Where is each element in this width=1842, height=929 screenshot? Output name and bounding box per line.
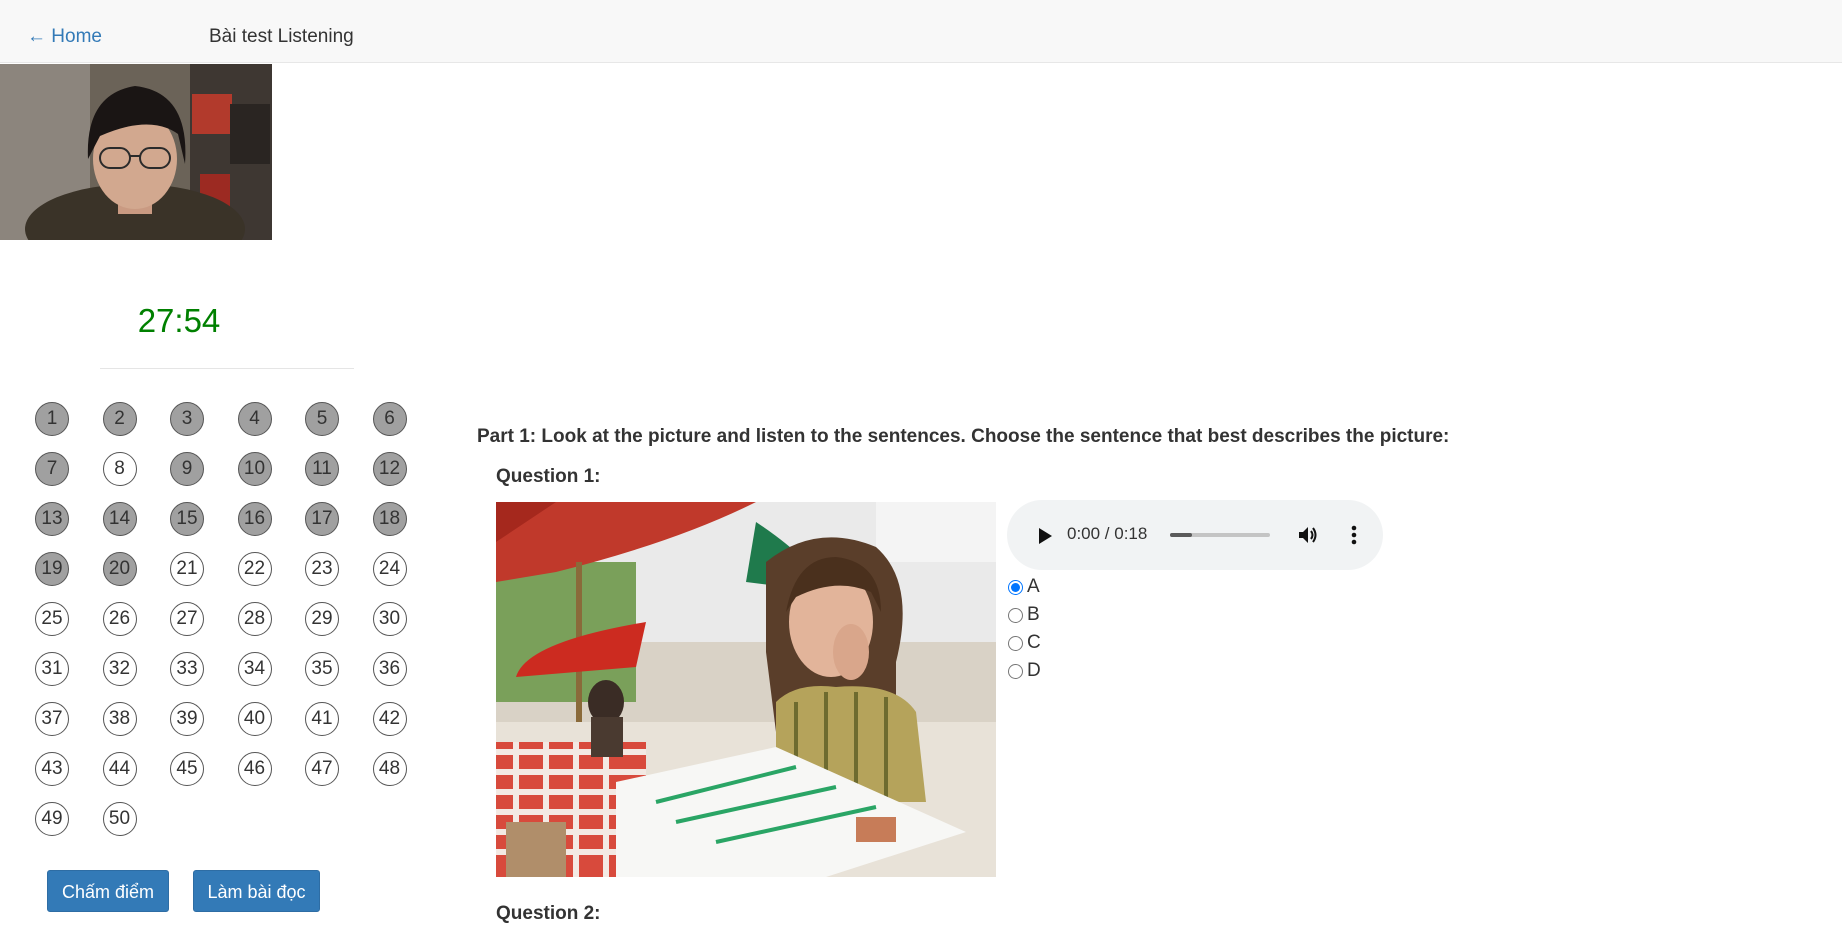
question-2-label: Question 2:: [496, 903, 601, 924]
question-nav-button[interactable]: 25: [35, 602, 69, 636]
question-nav-button[interactable]: 4: [237, 402, 272, 436]
reading-test-button[interactable]: Làm bài đọc: [193, 870, 320, 912]
question-nav-button[interactable]: 35: [305, 652, 339, 686]
question-nav-button[interactable]: 28: [237, 602, 272, 636]
question-nav-button[interactable]: 26: [102, 602, 137, 636]
question-nav-button[interactable]: 47: [305, 752, 339, 786]
question-nav-button[interactable]: 21: [170, 552, 204, 586]
part-1-instructions: Part 1: Look at the picture and listen t…: [477, 426, 1450, 447]
question-nav-button[interactable]: 23: [305, 552, 339, 586]
answer-option[interactable]: B: [1008, 601, 1040, 629]
question-nav-button[interactable]: 30: [372, 602, 407, 636]
play-icon[interactable]: [1037, 527, 1053, 545]
question-nav-button[interactable]: 5: [305, 402, 339, 436]
answer-radio[interactable]: [1008, 607, 1023, 623]
question-nav-button[interactable]: 9: [170, 452, 204, 486]
question-nav-button[interactable]: 17: [305, 502, 339, 536]
question-nav-button[interactable]: 39: [170, 702, 204, 736]
question-nav-button[interactable]: 10: [237, 452, 272, 486]
question-nav-button[interactable]: 48: [372, 752, 407, 786]
question-nav-button[interactable]: 20: [102, 552, 137, 586]
question-nav-button[interactable]: 50: [102, 802, 137, 836]
question-nav-button[interactable]: 6: [372, 402, 407, 436]
question-1-label: Question 1:: [496, 466, 601, 487]
question-nav-button[interactable]: 12: [372, 452, 407, 486]
grade-button[interactable]: Chấm điểm: [47, 870, 169, 912]
question-nav-button[interactable]: 37: [35, 702, 69, 736]
navbar: ← Home Bài test Listening: [0, 0, 1842, 63]
answer-option[interactable]: C: [1008, 629, 1041, 657]
question-nav-button[interactable]: 16: [237, 502, 272, 536]
question-nav-button[interactable]: 41: [305, 702, 339, 736]
question-nav-button[interactable]: 22: [237, 552, 272, 586]
question-nav-button[interactable]: 40: [237, 702, 272, 736]
page-title: Bài test Listening: [209, 26, 354, 47]
question-nav-button[interactable]: 36: [372, 652, 407, 686]
question-nav-button[interactable]: 7: [35, 452, 69, 486]
question-nav-button[interactable]: 32: [102, 652, 137, 686]
question-nav-button[interactable]: 1: [35, 402, 69, 436]
volume-icon[interactable]: [1297, 524, 1319, 546]
question-nav-button[interactable]: 34: [237, 652, 272, 686]
question-nav-button[interactable]: 49: [35, 802, 69, 836]
cafe-photo: [496, 502, 996, 877]
audio-time: 0:00 / 0:18: [1067, 524, 1148, 543]
webcam-image: [0, 64, 272, 240]
question-nav-button[interactable]: 45: [170, 752, 204, 786]
question-nav-button[interactable]: 19: [35, 552, 69, 586]
question-nav-button[interactable]: 2: [102, 402, 137, 436]
answer-option-label: D: [1027, 660, 1041, 681]
more-vert-icon[interactable]: [1350, 524, 1358, 546]
answer-option-label: B: [1027, 604, 1040, 625]
answer-radio[interactable]: [1008, 635, 1023, 651]
question-nav-button[interactable]: 33: [170, 652, 204, 686]
answer-option[interactable]: D: [1008, 657, 1041, 685]
answer-option[interactable]: A: [1008, 573, 1040, 601]
question-nav-button[interactable]: 44: [102, 752, 137, 786]
question-1-picture: [496, 502, 996, 877]
question-nav-button[interactable]: 14: [102, 502, 137, 536]
question-nav-button[interactable]: 46: [237, 752, 272, 786]
divider: [100, 368, 354, 369]
question-nav-button[interactable]: 18: [372, 502, 407, 536]
question-nav-button[interactable]: 8: [102, 452, 137, 486]
question-nav-button[interactable]: 43: [35, 752, 69, 786]
answer-radio[interactable]: [1008, 579, 1023, 595]
question-nav-button[interactable]: 27: [170, 602, 204, 636]
webcam-preview: [0, 64, 272, 240]
question-nav-button[interactable]: 3: [170, 402, 204, 436]
question-nav-button[interactable]: 38: [102, 702, 137, 736]
question-nav-button[interactable]: 29: [305, 602, 339, 636]
answer-option-label: C: [1027, 632, 1041, 653]
audio-player[interactable]: 0:00 / 0:18: [1007, 500, 1383, 570]
answer-option-label: A: [1027, 576, 1040, 597]
question-nav-button[interactable]: 15: [170, 502, 204, 536]
audio-seek-progress: [1170, 533, 1192, 537]
question-nav-button[interactable]: 13: [35, 502, 69, 536]
question-nav-button[interactable]: 24: [372, 552, 407, 586]
audio-seek-bar[interactable]: [1170, 533, 1270, 537]
answer-radio[interactable]: [1008, 663, 1023, 679]
countdown-timer: 27:54: [137, 302, 221, 339]
home-link[interactable]: ← Home: [27, 26, 102, 48]
question-nav-button[interactable]: 31: [35, 652, 69, 686]
question-nav-button[interactable]: 42: [372, 702, 407, 736]
question-nav-button[interactable]: 11: [305, 452, 339, 486]
